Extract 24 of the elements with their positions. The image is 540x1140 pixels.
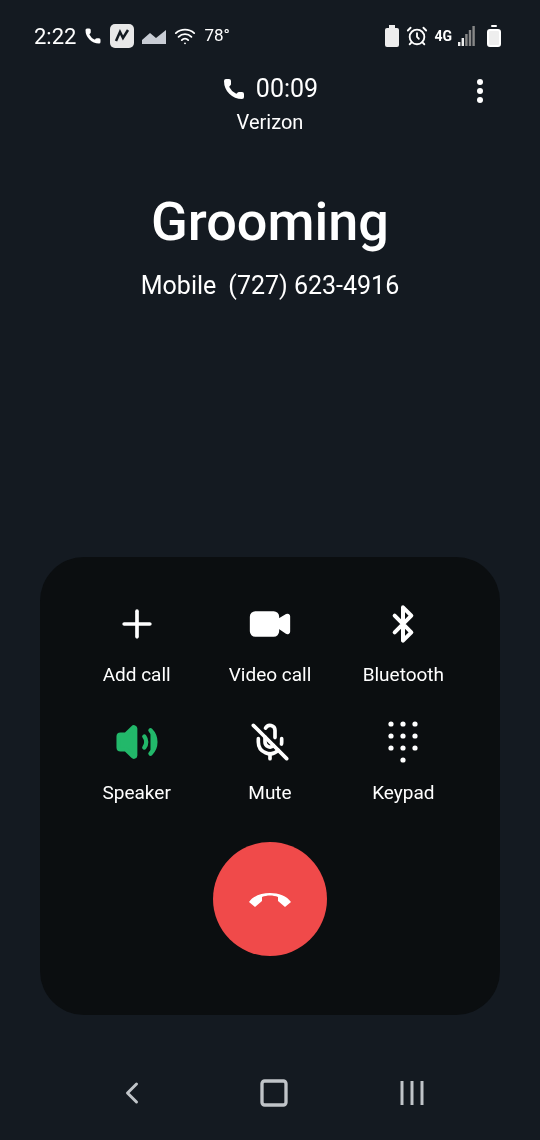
alarm-icon — [406, 25, 429, 47]
home-button[interactable] — [258, 1076, 290, 1109]
chart-icon — [142, 28, 167, 44]
call-timer: 00:09 — [255, 76, 319, 101]
more-options-button[interactable] — [476, 78, 484, 104]
status-time: 2:22 — [34, 22, 77, 51]
call-control-button[interactable]: Video call — [203, 598, 337, 689]
signal-icon — [458, 26, 476, 46]
number-type: Mobile — [140, 270, 217, 302]
app-notification-icon — [110, 24, 135, 48]
more-options-icon — [476, 78, 484, 104]
temperature: 78° — [204, 24, 230, 48]
call-control-button[interactable]: Keypad — [336, 717, 470, 808]
battery-saver-icon — [384, 25, 401, 47]
network-type: 4G — [434, 29, 452, 43]
call-control-button[interactable]: Add call — [70, 598, 204, 689]
call-control-button[interactable]: Bluetooth — [336, 598, 470, 689]
phone-icon — [84, 27, 103, 45]
carrier-name: Verizon — [236, 109, 304, 136]
call-control-button[interactable]: Speaker — [70, 717, 204, 808]
phone-icon — [221, 76, 246, 101]
phone-number: (727) 623-4916 — [228, 270, 400, 302]
recent-apps-button[interactable] — [398, 1078, 426, 1107]
call-control-button[interactable]: Mute — [203, 717, 337, 808]
